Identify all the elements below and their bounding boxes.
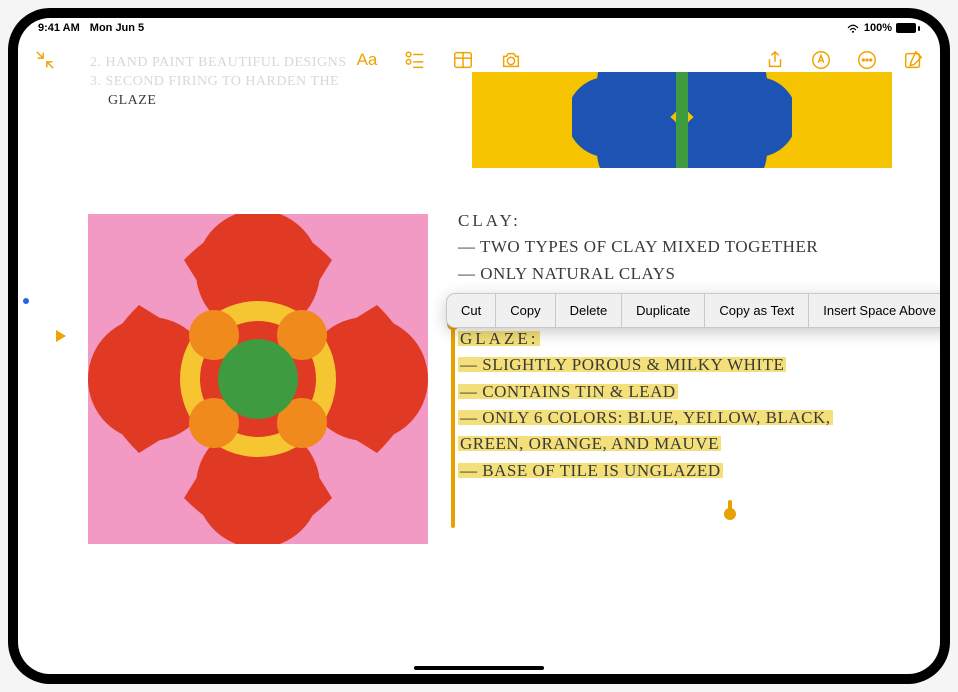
selection-start-handle[interactable] — [451, 328, 455, 528]
camera-button[interactable] — [500, 49, 522, 71]
clay-section: CLAY: — TWO TYPES OF CLAY MIXED TOGETHER… — [458, 208, 818, 287]
glaze-line-3: — ONLY 6 COLORS: BLUE, YELLOW, BLACK, — [458, 408, 833, 427]
mini-toolbar-indicator[interactable]: • • • — [464, 18, 495, 26]
battery-icon — [896, 23, 920, 33]
wifi-icon — [846, 23, 860, 33]
screen: 9:41 AM Mon Jun 5 100% • • • A — [18, 18, 940, 674]
top-artwork — [472, 72, 892, 168]
faint-line-2: 3. SECOND FIRING TO HARDEN THE — [90, 73, 347, 92]
table-button[interactable] — [452, 49, 474, 71]
checklist-button[interactable] — [404, 49, 426, 71]
clay-title: CLAY: — [458, 208, 818, 234]
top-handwriting: 2. HAND PAINT BEAUTIFUL DESIGNS 3. SECON… — [90, 54, 347, 111]
flower-artwork — [88, 214, 428, 544]
status-time: 9:41 AM — [38, 22, 80, 34]
faint-line-1: 2. HAND PAINT BEAUTIFUL DESIGNS — [90, 54, 347, 73]
context-menu-copy-as-text[interactable]: Copy as Text — [705, 294, 809, 327]
context-menu-copy[interactable]: Copy — [496, 294, 555, 327]
battery-percent: 100% — [864, 22, 892, 34]
selection-end-handle[interactable] — [728, 500, 732, 510]
status-date: Mon Jun 5 — [90, 22, 144, 34]
text-format-button[interactable]: Aa — [356, 49, 378, 71]
side-indicator-dot — [23, 298, 29, 304]
glaze-title: GLAZE: — [458, 329, 540, 348]
glaze-section: GLAZE: — SLIGHTLY POROUS & MILKY WHITE —… — [458, 326, 833, 484]
markup-button[interactable] — [810, 49, 832, 71]
more-button[interactable] — [856, 49, 878, 71]
share-button[interactable] — [764, 49, 786, 71]
ipad-frame: 9:41 AM Mon Jun 5 100% • • • A — [8, 8, 950, 684]
ruler-marker-icon[interactable] — [56, 330, 66, 342]
note-canvas[interactable]: 2. HAND PAINT BEAUTIFUL DESIGNS 3. SECON… — [18, 78, 940, 674]
context-menu: Cut Copy Delete Duplicate Copy as Text I… — [446, 293, 940, 328]
glaze-line-4: — BASE OF TILE IS UNGLAZED — [458, 461, 723, 480]
context-menu-insert-space-above[interactable]: Insert Space Above — [809, 294, 940, 327]
clay-line-2: — ONLY NATURAL CLAYS — [458, 261, 818, 287]
home-indicator[interactable] — [414, 666, 544, 670]
glaze-line-1: — SLIGHTLY POROUS & MILKY WHITE — [458, 355, 786, 374]
glaze-line-3b: GREEN, ORANGE, AND MAUVE — [458, 434, 721, 453]
handwriting-line-glaze: GLAZE — [108, 92, 347, 111]
exit-fullscreen-icon[interactable] — [34, 49, 56, 71]
context-menu-cut[interactable]: Cut — [447, 294, 496, 327]
clay-line-1: — TWO TYPES OF CLAY MIXED TOGETHER — [458, 234, 818, 260]
compose-button[interactable] — [902, 49, 924, 71]
glaze-line-2: — CONTAINS TIN & LEAD — [458, 382, 678, 401]
context-menu-duplicate[interactable]: Duplicate — [622, 294, 705, 327]
context-menu-delete[interactable]: Delete — [556, 294, 623, 327]
